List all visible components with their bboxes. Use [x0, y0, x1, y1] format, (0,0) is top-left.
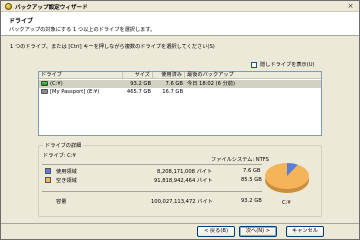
used-space-label: 使用領域 [56, 169, 77, 175]
details-separator [42, 164, 262, 165]
system-drive-icon [41, 81, 48, 86]
free-space-bytes: 91,818,942,464 バイト [154, 178, 213, 184]
drive-details-group: ドライブの詳細 ドライブ: C:¥ ファイルシステム: NTFS 使用領域 8,… [38, 142, 322, 217]
free-space-gb: 85.5 GB [241, 177, 262, 183]
app-icon [5, 3, 12, 10]
details-filesystem: ファイルシステム: NTFS [211, 157, 269, 163]
column-header-used[interactable]: 使用済み [153, 72, 185, 79]
column-header-drive[interactable]: ドライブ [39, 72, 123, 79]
used-space-swatch [45, 168, 51, 174]
details-separator [42, 191, 262, 192]
checkbox-box[interactable] [251, 61, 257, 68]
capacity-bytes: 100,027,113,472 バイト [151, 199, 213, 205]
cancel-button[interactable]: キャンセル [286, 226, 324, 237]
wizard-header: ドライブ バックアップの対象にする 1 つ以上のドライブを選択します。 [1, 12, 359, 36]
column-header-size[interactable]: サイズ [123, 72, 153, 79]
used-space-gb: 7.6 GB [243, 168, 261, 174]
drive-name: (C:¥) [50, 81, 63, 87]
list-header: ドライブ サイズ 使用済み 最後のバックアップ [39, 72, 321, 79]
drive-name: [My Passport] (E:¥) [50, 89, 100, 95]
window-title: バックアップ設定ウィザード [15, 5, 88, 11]
pie-drive-label: C:¥ [282, 200, 291, 206]
title-bar: バックアップ設定ウィザード × [1, 1, 359, 12]
free-space-label: 空き領域 [56, 178, 77, 184]
details-legend: ドライブの詳細 [43, 142, 84, 149]
size-cell: 465.7 GB [126, 89, 151, 95]
drive-cell: [My Passport] (E:¥) [41, 88, 99, 96]
column-header-last-backup[interactable]: 最後のバックアップ [185, 72, 321, 79]
drive-cell: (C:¥) [41, 80, 63, 88]
wizard-window: バックアップ設定ウィザード × ドライブ バックアップの対象にする 1 つ以上の… [0, 0, 360, 240]
used-cell: 7.6 GB [165, 81, 183, 87]
capacity-label: 容量 [56, 199, 67, 205]
capacity-gb: 93.2 GB [241, 198, 262, 204]
next-button[interactable]: 次へ(N) > [239, 226, 277, 237]
page-title: ドライブ [9, 18, 34, 25]
disk-usage-pie-chart [265, 163, 309, 193]
close-button[interactable]: × [346, 2, 355, 10]
show-hidden-drives-label: 隠しドライブを表示(U) [260, 62, 315, 68]
drive-row-c[interactable]: (C:¥) 93.2 GB 7.6 GB 今日 18:02 (6 分前) [39, 80, 321, 88]
external-drive-icon [41, 89, 48, 94]
free-space-swatch [45, 177, 51, 183]
drive-row-e[interactable]: [My Passport] (E:¥) 465.7 GB 16.7 GB [39, 88, 321, 96]
back-button[interactable]: < 戻る(B) [197, 226, 235, 237]
drive-list[interactable]: ドライブ サイズ 使用済み 最後のバックアップ (C:¥) 93.2 GB 7.… [38, 71, 322, 136]
used-space-bytes: 8,208,171,008 バイト [157, 169, 213, 175]
page-subtitle: バックアップの対象にする 1 つ以上のドライブを選択します。 [9, 27, 156, 33]
last-backup-cell: 今日 18:02 (6 分前) [187, 81, 235, 87]
used-cell: 16.7 GB [162, 89, 183, 95]
size-cell: 93.2 GB [130, 81, 151, 87]
details-drive-label: ドライブ: C:¥ [43, 153, 76, 159]
instruction-text: 1 つのドライブ、または [Ctrl] キーを押しながら複数のドライブを選択して… [10, 44, 215, 50]
footer-separator [1, 223, 359, 224]
show-hidden-drives-checkbox[interactable]: 隠しドライブを表示(U) [251, 61, 315, 68]
